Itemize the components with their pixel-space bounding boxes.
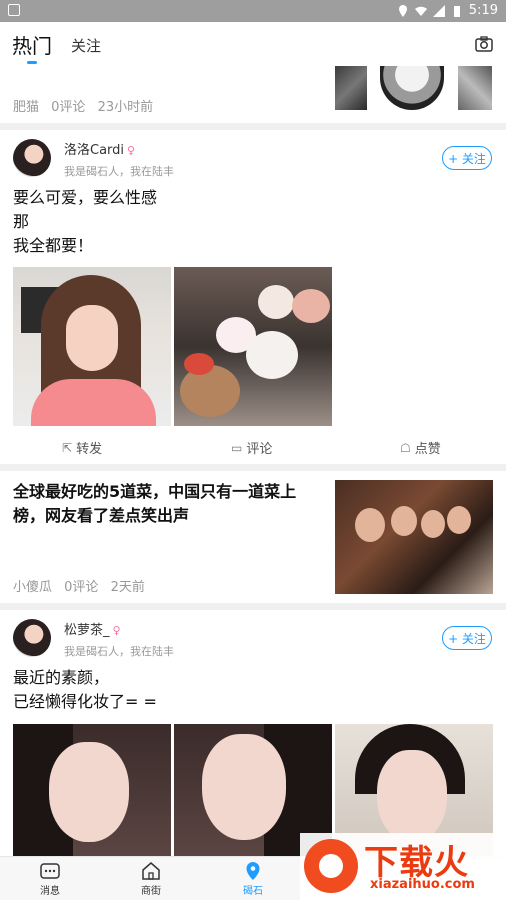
news-thumbnail [335, 480, 493, 594]
top-navigation: 热门 关注 [0, 22, 506, 66]
tab-store[interactable]: 商街 [121, 860, 181, 897]
post-photo[interactable] [174, 267, 332, 426]
tab-label: 碣石 [243, 886, 263, 897]
tab-jieshi[interactable]: 碣石 [223, 860, 283, 897]
username-text: 松萝茶_ [64, 623, 110, 638]
active-tab-indicator [27, 61, 37, 64]
card-time: 23小时前 [97, 100, 154, 115]
like-icon: ☖ [400, 440, 411, 455]
photo-detail [49, 742, 129, 842]
divider [0, 123, 506, 130]
wifi-icon [414, 6, 427, 16]
photo-detail [31, 379, 156, 426]
post-photo[interactable] [13, 724, 171, 856]
card-meta: 肥猫 0评论 23小时前 [13, 96, 161, 115]
avatar[interactable] [13, 139, 51, 177]
follow-button[interactable]: + 关注 [442, 626, 492, 650]
share-icon: ⇱ [62, 440, 73, 455]
news-meta: 小傻瓜 0评论 2天前 [13, 576, 153, 595]
photo-detail [292, 289, 330, 323]
status-time: 5:19 [468, 3, 498, 18]
news-title[interactable]: 全球最好吃的5道菜，中国只有一道菜上榜，网友看了差点笑出声 [13, 480, 325, 528]
post-text: 要么可爱，要么性感 那 我全都要！ [13, 188, 158, 255]
card-author: 肥猫 [13, 100, 40, 115]
female-icon: ♀ [127, 144, 136, 157]
watermark: 下载火 xiazaihuo.com [300, 833, 506, 900]
tab-follow[interactable]: 关注 [71, 35, 101, 56]
thumbnail-image [380, 66, 444, 110]
divider [0, 603, 506, 610]
status-bar: 5:19 [0, 0, 506, 22]
tab-hot[interactable]: 热门 [12, 30, 52, 59]
watermark-logo-icon [304, 839, 358, 893]
comment-icon: ▭ [231, 440, 243, 455]
user-subtitle: 我是碣石人，我在陆丰 [64, 645, 174, 658]
notification-icon [8, 4, 20, 16]
user-subtitle: 我是碣石人，我在陆丰 [64, 165, 174, 178]
photo-detail [391, 506, 417, 536]
location-status-icon [398, 4, 407, 17]
message-icon [40, 863, 60, 879]
news-author: 小傻瓜 [13, 580, 53, 595]
store-icon [142, 862, 160, 880]
watermark-url: xiazaihuo.com [370, 877, 475, 892]
avatar[interactable] [13, 619, 51, 657]
news-time: 2天前 [110, 580, 145, 595]
share-label: 转发 [76, 442, 103, 457]
username[interactable]: 松萝茶_ ♀ [64, 619, 121, 638]
signal-icon [432, 4, 445, 17]
camera-icon[interactable] [474, 34, 494, 54]
photo-detail [421, 510, 445, 538]
username-text: 洛洛Cardi [64, 143, 125, 158]
tab-label: 商街 [141, 886, 161, 897]
news-comments: 0评论 [64, 580, 99, 595]
like-label: 点赞 [414, 442, 441, 457]
battery-icon [453, 5, 460, 17]
photo-detail [355, 508, 385, 542]
female-icon: ♀ [112, 624, 121, 637]
post-photo[interactable] [13, 267, 171, 426]
photo-detail [66, 305, 118, 371]
comment-button[interactable]: ▭ 评论 [231, 438, 273, 458]
post-text: 最近的素颜， 已经懒得化妆了= = [13, 668, 157, 711]
photo-detail [377, 750, 447, 842]
username[interactable]: 洛洛Cardi ♀ [64, 139, 135, 158]
divider [0, 464, 506, 471]
share-button[interactable]: ⇱ 转发 [62, 438, 103, 458]
card-comments: 0评论 [51, 100, 86, 115]
comment-label: 评论 [246, 442, 273, 457]
follow-button[interactable]: + 关注 [442, 146, 492, 170]
thumbnail-image [458, 66, 492, 110]
photo-detail [184, 353, 214, 375]
photo-detail [202, 734, 286, 840]
like-button[interactable]: ☖ 点赞 [400, 438, 441, 458]
photo-detail [447, 506, 471, 534]
photo-detail [258, 285, 294, 319]
photo-detail [246, 331, 298, 379]
location-icon [246, 862, 260, 880]
tab-label: 消息 [40, 886, 60, 897]
thumbnail-image [335, 66, 367, 110]
tab-messages[interactable]: 消息 [20, 860, 80, 897]
